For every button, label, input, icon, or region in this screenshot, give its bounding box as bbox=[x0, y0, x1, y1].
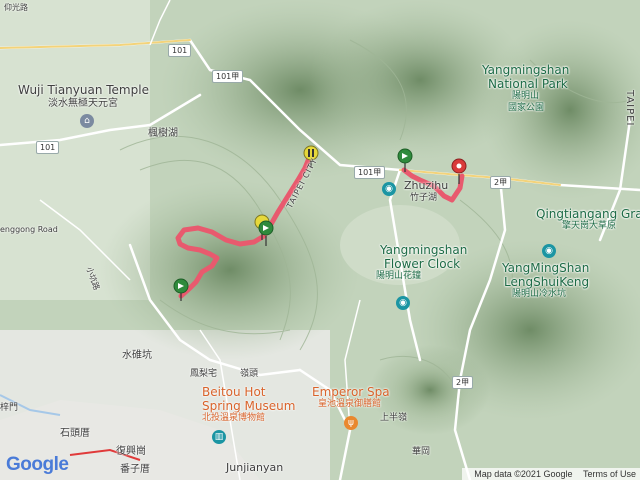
place-label-shuiweikeng: 水碓坑 bbox=[122, 350, 152, 361]
place-label-lsk-en1: YangMingShan bbox=[502, 261, 590, 275]
camera-icon[interactable]: ◉ bbox=[396, 296, 410, 310]
road-shield-101a-mid: 101甲 bbox=[354, 166, 386, 179]
place-label-huagang: 華岡 bbox=[412, 447, 431, 457]
place-label-lsk-en2: LengShuiKeng bbox=[504, 275, 590, 289]
trail-start-icon[interactable] bbox=[173, 278, 189, 301]
place-label-beitou-en2: Spring Museum bbox=[202, 399, 296, 413]
museum-icon[interactable]: ▥ bbox=[212, 430, 226, 444]
place-label-top: 仰光路 bbox=[4, 3, 28, 12]
map-canvas[interactable]: 101 101甲 101 101甲 2甲 2甲 仰光路 Wuji Tianyua… bbox=[0, 0, 640, 480]
map-data-credit[interactable]: Map data ©2021 Google bbox=[474, 469, 572, 479]
place-label-yms-park-zh2: 國家公園 bbox=[508, 103, 545, 113]
place-label-junjianyan: Junjianyan bbox=[226, 461, 284, 474]
terms-link[interactable]: Terms of Use bbox=[583, 469, 636, 479]
place-label-shitoucuo: 石頭厝 bbox=[60, 428, 90, 439]
place-label-shangbanling: 上半嶺 bbox=[380, 413, 408, 423]
place-label-fuxinggang: 復興崗 bbox=[116, 446, 146, 457]
place-label-fanzicuo: 番子厝 bbox=[120, 464, 150, 475]
place-label-beitou-en1: Beitou Hot bbox=[202, 385, 266, 399]
place-label-flower-en1: Yangmingshan bbox=[380, 243, 468, 257]
road-shield-2a-low: 2甲 bbox=[452, 376, 474, 389]
place-label-emperor-zh: 皇池溫泉御膳館 bbox=[318, 399, 382, 409]
place-label-zhuzihu-zh: 竹子湖 bbox=[410, 193, 438, 203]
trail-marker-icon[interactable] bbox=[397, 148, 413, 172]
place-label-beitou-zh: 北投溫泉博物館 bbox=[202, 413, 266, 423]
end-marker-icon[interactable] bbox=[451, 158, 467, 184]
place-label-yms-park-en2: National Park bbox=[488, 77, 568, 91]
place-label-qtg-zh: 擎天崗大草原 bbox=[562, 221, 617, 231]
temple-icon[interactable]: ⌂ bbox=[80, 114, 94, 128]
place-label-flower-zh: 陽明山花鐘 bbox=[376, 271, 422, 281]
place-label-zhuzihu-en: Zhuzihu bbox=[404, 179, 449, 192]
road-shield-2a: 2甲 bbox=[490, 176, 512, 189]
road-label-gengong: enggong Road bbox=[0, 225, 58, 234]
place-label-fengshuhu: 楓樹湖 bbox=[148, 128, 178, 139]
place-label-yms-park-zh1: 陽明山 bbox=[512, 91, 540, 101]
camera-icon[interactable]: ◉ bbox=[542, 244, 556, 258]
place-label-lsk-zh: 陽明山冷水坑 bbox=[512, 289, 567, 299]
place-label-emperor-en: Emperor Spa bbox=[312, 385, 390, 399]
place-label-dingtou: 嶺頭 bbox=[240, 369, 259, 379]
attribution-bar: Map data ©2021 Google Terms of Use bbox=[462, 468, 640, 480]
place-label-fenglizhai: 鳳梨宅 bbox=[190, 369, 218, 379]
google-logo[interactable]: Google bbox=[6, 454, 69, 476]
place-label-qtg-en: Qingtiangang Gra bbox=[536, 207, 640, 221]
place-label-wuji-en: Wuji Tianyuan Temple bbox=[18, 83, 149, 97]
place-label-wuji-zh: 淡水無極天元宮 bbox=[48, 98, 118, 109]
place-label-saimen: 梓門 bbox=[0, 403, 19, 413]
camera-icon[interactable]: ◉ bbox=[382, 182, 396, 196]
road-shield-101-left: 101 bbox=[36, 141, 60, 154]
trail-marker-icon[interactable] bbox=[258, 220, 274, 246]
restaurant-icon[interactable]: ψ bbox=[344, 416, 358, 430]
place-label-flower-en2: Flower Clock bbox=[384, 257, 461, 271]
road-shield-101a: 101甲 bbox=[212, 70, 244, 83]
road-shield-101: 101 bbox=[168, 44, 192, 57]
place-label-yms-park-en1: Yangmingshan bbox=[482, 63, 570, 77]
place-label-taipei-right: TAIPEI bbox=[624, 90, 635, 127]
